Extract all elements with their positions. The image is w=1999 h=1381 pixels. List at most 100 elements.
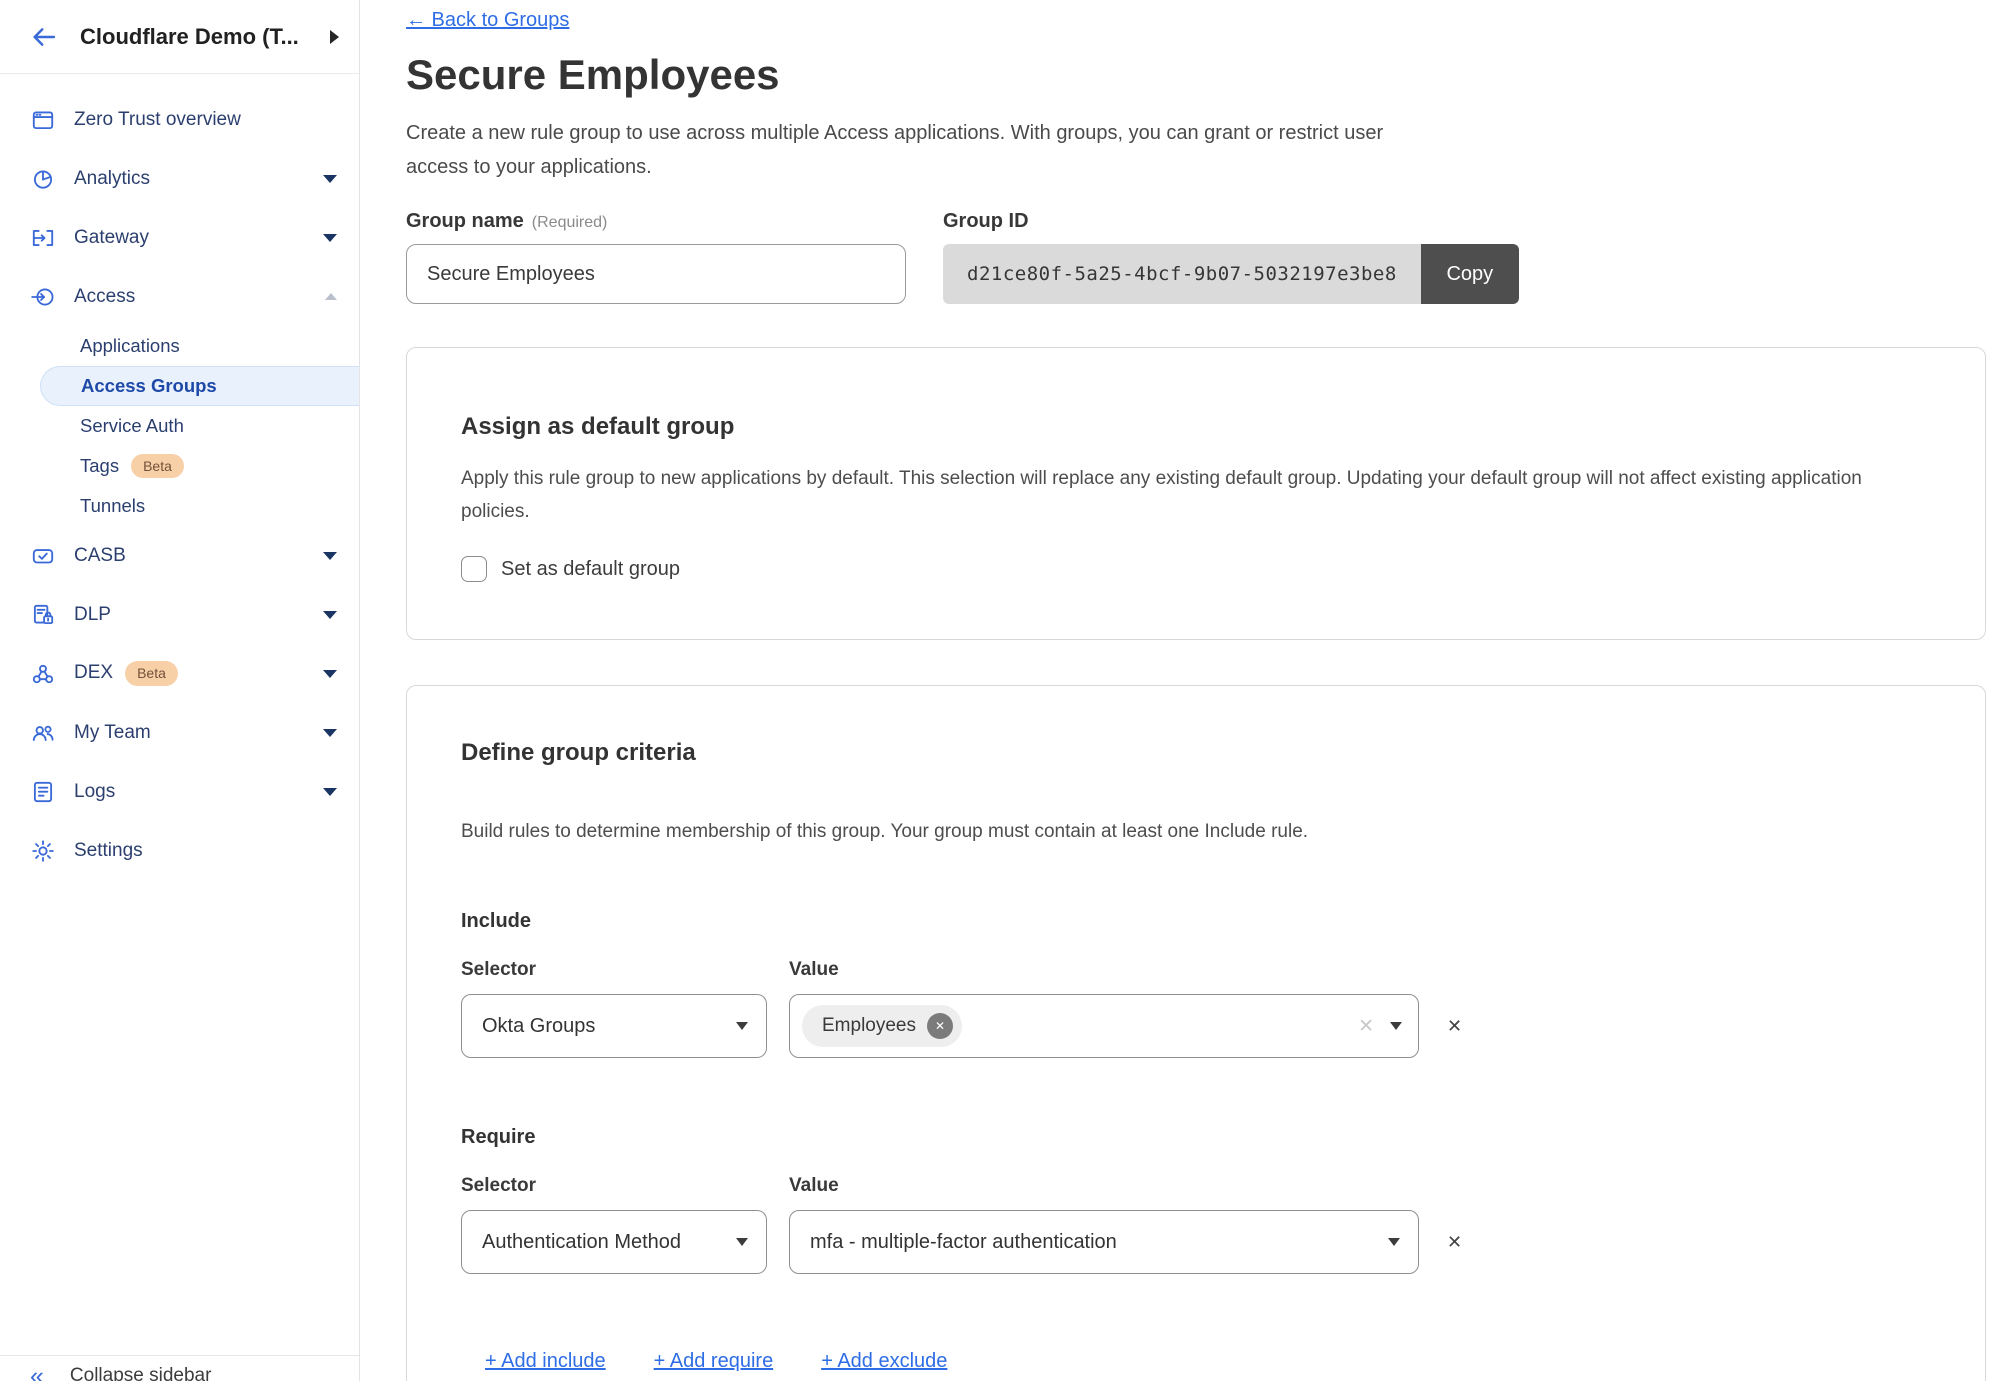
require-heading: Require [461,1124,1931,1150]
copy-button[interactable]: Copy [1421,244,1519,304]
chevron-down-icon[interactable] [323,234,337,242]
chevron-down-icon [1388,1238,1400,1246]
expand-arrow-icon[interactable] [330,30,339,44]
group-name-input[interactable] [406,244,906,304]
sidebar-item-my-team[interactable]: My Team [0,703,359,762]
card-description: Apply this rule group to new application… [461,462,1921,528]
value-tag-label: Employees [822,1015,916,1037]
remove-require-rule-icon[interactable]: ✕ [1447,1232,1462,1253]
clear-values-icon[interactable]: ✕ [1358,1015,1374,1038]
access-icon [30,284,56,310]
set-default-group-row[interactable]: Set as default group [461,556,680,582]
group-id-field: d21ce80f-5a25-4bcf-9b07-5032197e3be8 Cop… [943,244,1519,304]
chevron-down-icon[interactable] [323,175,337,183]
group-id-value: d21ce80f-5a25-4bcf-9b07-5032197e3be8 [943,244,1421,304]
sidebar-item-label: Applications [80,335,180,357]
sidebar-item-zero-trust-overview[interactable]: Zero Trust overview [0,90,359,149]
sidebar-item-label: Tunnels [80,495,145,517]
sidebar-item-label: CASB [74,545,126,567]
include-column-labels: Selector Value [461,958,1931,982]
include-value-multiselect[interactable]: Employees ✕ ✕ [789,994,1419,1058]
remove-tag-icon[interactable]: ✕ [927,1013,953,1039]
sidebar-item-gateway[interactable]: Gateway [0,208,359,267]
sidebar-item-logs[interactable]: Logs [0,762,359,821]
chevron-up-icon[interactable] [325,293,337,300]
sidebar-item-label: Tags [80,455,119,477]
sidebar: Cloudflare Demo (T... Zero Trust overvie… [0,0,360,1381]
chevron-down-icon[interactable] [323,552,337,560]
sidebar-item-access[interactable]: Access [0,267,359,326]
sidebar-item-analytics[interactable]: Analytics [0,149,359,208]
sidebar-item-casb[interactable]: CASB [0,526,359,585]
sidebar-item-tags[interactable]: Tags Beta [0,446,359,486]
back-to-groups-link[interactable]: ← Back to Groups [406,8,569,32]
beta-badge: Beta [125,661,178,686]
sidebar-item-dlp[interactable]: DLP [0,585,359,644]
dlp-icon [30,602,56,628]
value-label: Value [789,958,839,982]
sidebar-item-tunnels[interactable]: Tunnels [0,486,359,526]
collapse-icon: « [30,1365,44,1381]
required-hint: (Required) [532,214,608,232]
selected-option: mfa - multiple-factor authentication [810,1231,1378,1254]
sidebar-item-service-auth[interactable]: Service Auth [0,406,359,446]
sidebar-item-applications[interactable]: Applications [0,326,359,366]
add-require-link[interactable]: + Add require [654,1350,774,1373]
group-fields-row: Group name (Required) Group ID d21ce80f-… [406,210,1999,304]
page-title: Secure Employees [406,50,1999,100]
remove-include-rule-icon[interactable]: ✕ [1447,1016,1462,1037]
overview-icon [30,107,56,133]
sidebar-item-label: Analytics [74,168,150,190]
chevron-down-icon [736,1022,748,1030]
gear-icon [30,838,56,864]
sidebar-item-settings[interactable]: Settings [0,821,359,880]
sidebar-item-label: Settings [74,840,143,862]
access-submenu: Applications Access Groups Service Auth … [0,326,359,526]
include-selector-dropdown[interactable]: Okta Groups [461,994,767,1058]
require-column-labels: Selector Value [461,1174,1931,1198]
card-title: Assign as default group [461,412,1931,442]
sidebar-item-label: Gateway [74,227,149,249]
group-name-label: Group name [406,210,524,233]
require-value-dropdown[interactable]: mfa - multiple-factor authentication [789,1210,1419,1274]
selected-option: Okta Groups [482,1015,726,1038]
value-label: Value [789,1174,839,1198]
sidebar-item-label: Zero Trust overview [74,109,241,131]
set-default-checkbox[interactable] [461,556,487,582]
sidebar-item-access-groups[interactable]: Access Groups [40,366,359,406]
sidebar-item-label: DEX [74,662,113,684]
collapse-sidebar-label: Collapse sidebar [70,1365,212,1381]
chevron-down-icon [736,1238,748,1246]
page-description: Create a new rule group to use across mu… [406,116,1391,184]
logs-icon [30,779,56,805]
chevron-down-icon[interactable] [323,729,337,737]
sidebar-item-label: Logs [74,781,115,803]
collapse-sidebar-button[interactable]: « Collapse sidebar [0,1355,359,1381]
define-group-criteria-card: Define group criteria Build rules to det… [406,685,1986,1381]
sidebar-item-label: DLP [74,604,111,626]
sidebar-header: Cloudflare Demo (T... [0,0,359,74]
assign-default-group-card: Assign as default group Apply this rule … [406,347,1986,640]
include-heading: Include [461,908,1931,934]
selector-label: Selector [461,958,789,982]
sidebar-item-label: My Team [74,722,151,744]
back-arrow-icon[interactable] [30,23,58,51]
casb-icon [30,543,56,569]
value-tag: Employees ✕ [802,1005,962,1047]
sidebar-item-label: Service Auth [80,415,184,437]
add-include-link[interactable]: + Add include [485,1350,606,1373]
require-selector-dropdown[interactable]: Authentication Method [461,1210,767,1274]
group-id-label: Group ID [943,210,1029,233]
my-team-icon [30,720,56,746]
checkbox-label: Set as default group [501,558,680,581]
main-content: ← Back to Groups Secure Employees Create… [361,0,1999,1381]
chevron-down-icon[interactable] [323,611,337,619]
add-exclude-link[interactable]: + Add exclude [821,1350,947,1373]
sidebar-item-label: Access Groups [81,375,217,397]
chevron-down-icon[interactable] [323,670,337,678]
dex-icon [30,661,56,687]
sidebar-item-dex[interactable]: DEX Beta [0,644,359,703]
card-title: Define group criteria [461,738,1931,768]
include-rule-row: Okta Groups Employees ✕ ✕ ✕ [461,994,1931,1058]
chevron-down-icon[interactable] [323,788,337,796]
